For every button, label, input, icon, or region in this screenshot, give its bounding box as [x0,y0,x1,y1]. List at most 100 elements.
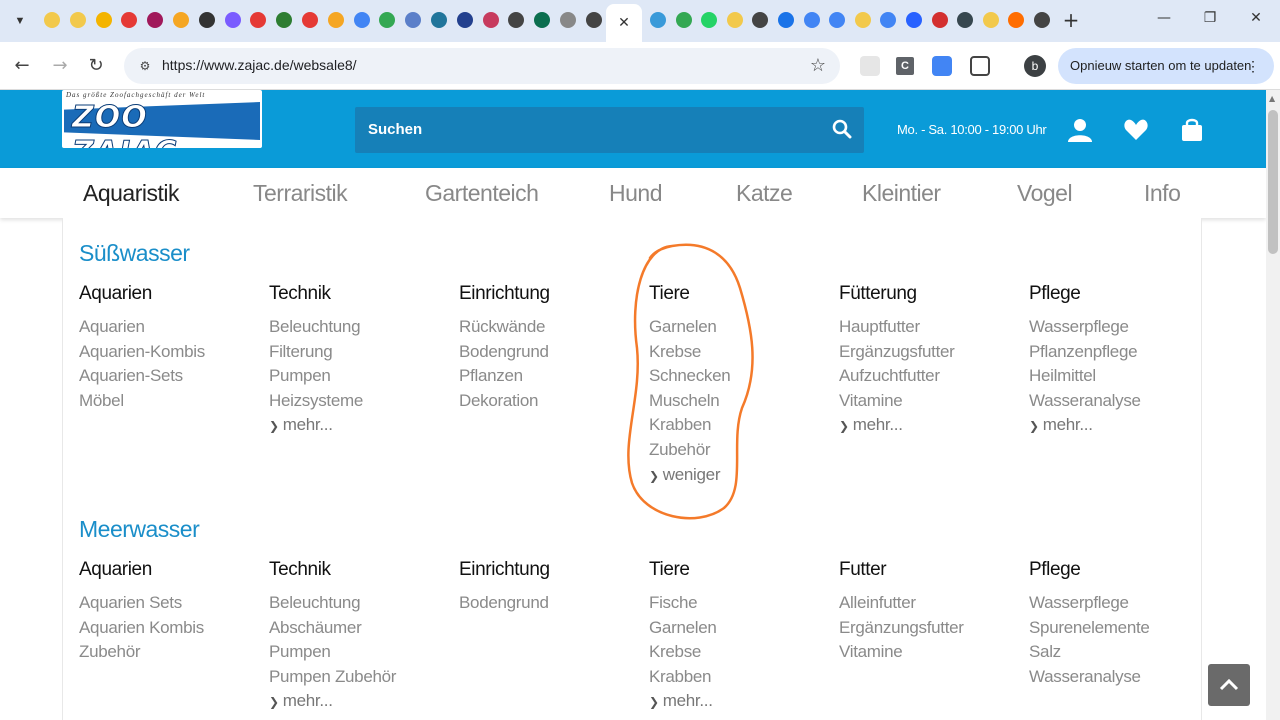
menu-link[interactable]: Garnelen [649,618,829,643]
tab-favicon-icon[interactable] [250,12,267,28]
close-window-icon[interactable]: ✕ [1244,10,1268,26]
menu-link[interactable]: Beleuchtung [269,593,449,618]
column-heading[interactable]: Technik [269,559,449,593]
menu-link[interactable]: Filterung [269,342,449,367]
nav-item-kleintier[interactable]: Kleintier [862,180,941,207]
menu-link[interactable]: Wasserpflege [1029,317,1209,342]
menu-link[interactable]: Wasseranalyse [1029,667,1209,692]
more-menu-icon[interactable]: ⋮ [1246,48,1260,84]
column-heading[interactable]: Aquarien [79,283,259,317]
menu-link[interactable]: Pumpen [269,642,449,667]
menu-link[interactable]: Heizsysteme [269,391,449,416]
tab-favicon-icon[interactable] [726,12,743,28]
section-title-meerwasser[interactable]: Meerwasser [79,516,200,543]
menu-link[interactable]: Pflanzenpflege [1029,342,1209,367]
address-bar[interactable]: ⚙ https://www.zajac.de/websale8/ ☆ [124,48,840,84]
tab-favicon-icon[interactable] [585,12,602,28]
menu-link[interactable]: Pumpen Zubehör [269,667,449,692]
menu-link[interactable]: Möbel [79,391,259,416]
reload-icon[interactable]: ↻ [84,54,108,78]
tab-favicon-icon[interactable] [560,12,576,28]
tab-favicon-icon[interactable] [778,12,794,28]
tab-search-chevron-icon[interactable]: ▼ [8,9,32,33]
tab-favicon-icon[interactable] [405,12,422,28]
menu-link[interactable]: Krebse [649,342,829,367]
nav-item-aquaristik[interactable]: Aquaristik [83,180,179,207]
menu-link[interactable]: Beleuchtung [269,317,449,342]
nav-item-katze[interactable]: Katze [736,180,793,207]
menu-link[interactable]: Zubehör [649,440,829,465]
tab-favicon-icon[interactable] [276,12,293,28]
tab-favicon-icon[interactable] [854,12,871,28]
tab-favicon-icon[interactable] [982,12,999,28]
tab-favicon-icon[interactable] [121,12,138,28]
column-heading[interactable]: Futter [839,559,1019,593]
menu-link[interactable]: Dekoration [459,391,639,416]
extension-icon[interactable] [860,56,880,76]
column-heading[interactable]: Fütterung [839,283,1019,317]
menu-link[interactable]: Wasseranalyse [1029,391,1209,416]
url-text[interactable]: https://www.zajac.de/websale8/ [162,57,357,73]
menu-link[interactable]: Aquarien Sets [79,593,259,618]
menu-link[interactable]: Garnelen [649,317,829,342]
menu-link[interactable]: Hauptfutter [839,317,1019,342]
column-heading[interactable]: Einrichtung [459,283,639,317]
tab-favicon-icon[interactable] [302,12,318,28]
tab-favicon-icon[interactable] [44,12,60,28]
extension-c-icon[interactable]: C [896,57,914,75]
menu-link[interactable]: Abschäumer [269,618,449,643]
menu-link[interactable]: Alleinfutter [839,593,1019,618]
wishlist-heart-icon[interactable] [1123,117,1149,143]
menu-link[interactable]: Krabben [649,667,829,692]
expand-toggle-link[interactable]: ❯ mehr... [649,691,829,716]
tab-favicon-icon[interactable] [803,12,820,28]
scroll-up-arrow-icon[interactable]: ▲ [1269,94,1275,103]
tab-favicon-icon[interactable] [880,12,897,28]
nav-item-terraristik[interactable]: Terraristik [253,180,348,207]
menu-link[interactable]: Vitamine [839,642,1019,667]
menu-link[interactable]: Krabben [649,415,829,440]
tab-favicon-icon[interactable] [147,12,164,28]
tab-favicon-icon[interactable] [69,12,86,28]
tab-favicon-icon[interactable] [1008,12,1025,28]
expand-toggle-link[interactable]: ❯ mehr... [269,691,449,716]
menu-link[interactable]: Schnecken [649,366,829,391]
column-heading[interactable]: Tiere [649,283,829,317]
menu-link[interactable]: Bodengrund [459,593,639,618]
menu-link[interactable]: Wasserpflege [1029,593,1209,618]
menu-link[interactable]: Fische [649,593,829,618]
tab-favicon-icon[interactable] [456,12,473,28]
menu-link[interactable]: Heilmittel [1029,366,1209,391]
tab-favicon-icon[interactable] [327,12,344,28]
menu-link[interactable]: Aquarien [79,317,259,342]
nav-item-hund[interactable]: Hund [609,180,662,207]
nav-item-gartenteich[interactable]: Gartenteich [425,180,539,207]
search-input[interactable]: Suchen [355,107,864,153]
menu-link[interactable]: Aufzuchtfutter [839,366,1019,391]
tab-favicon-icon[interactable] [482,12,499,28]
tab-favicon-icon[interactable] [931,12,948,28]
tab-favicon-icon[interactable] [198,12,215,28]
nav-item-info[interactable]: Info [1144,180,1181,207]
tab-favicon-icon[interactable] [906,12,922,28]
menu-link[interactable]: Pumpen [269,366,449,391]
tab-favicon-icon[interactable] [1034,12,1050,28]
tab-favicon-icon[interactable] [829,12,846,28]
active-tab[interactable]: ✕ [606,4,642,42]
expand-toggle-link[interactable]: ❯ mehr... [1029,415,1209,440]
menu-link[interactable]: Pflanzen [459,366,639,391]
maximize-icon[interactable]: ❐ [1198,10,1222,26]
menu-link[interactable]: Krebse [649,642,829,667]
tab-favicon-icon[interactable] [650,12,666,28]
tab-favicon-icon[interactable] [701,12,718,28]
menu-link[interactable]: Ergänzungsfutter [839,618,1019,643]
menu-link[interactable]: Salz [1029,642,1209,667]
menu-link[interactable]: Rückwände [459,317,639,342]
site-info-icon[interactable]: ⚙ [136,57,154,75]
column-heading[interactable]: Einrichtung [459,559,639,593]
tab-favicon-icon[interactable] [957,12,974,28]
expand-toggle-link[interactable]: ❯ mehr... [269,415,449,440]
menu-link[interactable]: Aquarien-Kombis [79,342,259,367]
nav-item-vogel[interactable]: Vogel [1017,180,1073,207]
tab-favicon-icon[interactable] [224,12,241,28]
